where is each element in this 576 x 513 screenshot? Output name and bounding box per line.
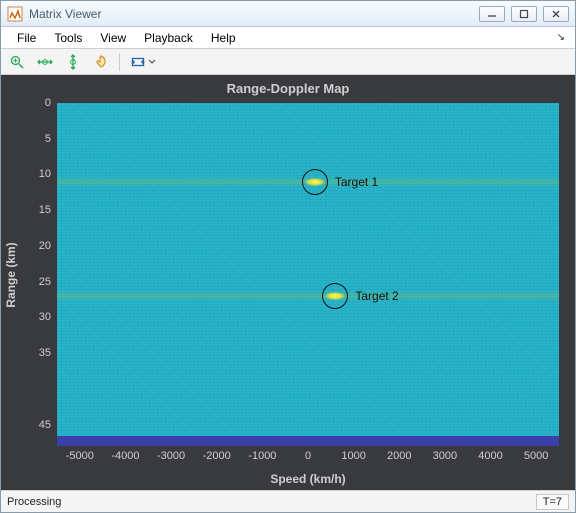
- x-tick: -3000: [157, 450, 185, 462]
- target-circle: [302, 169, 328, 195]
- y-tick: 35: [39, 347, 51, 359]
- y-tick: 15: [39, 204, 51, 216]
- y-axis: Range (km) 0510152025303545: [1, 103, 57, 446]
- menu-tools[interactable]: Tools: [46, 29, 90, 47]
- autoscale-dropdown[interactable]: [128, 54, 158, 70]
- x-tick: 3000: [433, 450, 457, 462]
- menu-help[interactable]: Help: [203, 29, 244, 47]
- window-controls: [479, 6, 569, 22]
- x-axis-label: Speed (km/h): [270, 472, 345, 486]
- pan-icon[interactable]: [91, 52, 111, 72]
- maximize-button[interactable]: [511, 6, 537, 22]
- plot-box[interactable]: Target 1 Target 2: [57, 103, 559, 446]
- x-axis: Speed (km/h) -5000 -4000 -3000 -2000 -1000 0 1…: [57, 446, 559, 490]
- x-tick: 0: [305, 450, 311, 462]
- y-tick: 30: [39, 311, 51, 323]
- heatmap-noise: [57, 103, 559, 446]
- minimize-button[interactable]: [479, 6, 505, 22]
- titlebar: Matrix Viewer: [1, 1, 575, 27]
- y-tick: 0: [45, 97, 51, 109]
- menu-playback[interactable]: Playback: [136, 29, 201, 47]
- menu-file[interactable]: File: [9, 29, 44, 47]
- chart-title: Range-Doppler Map: [1, 81, 575, 96]
- menubar-overflow-icon[interactable]: ↘: [557, 32, 567, 43]
- y-tick: 20: [39, 240, 51, 252]
- x-tick: 4000: [478, 450, 502, 462]
- statusbar: Processing T=7: [1, 490, 575, 512]
- y-tick: 25: [39, 276, 51, 288]
- x-tick: -5000: [66, 450, 94, 462]
- y-axis-label: Range (km): [4, 242, 18, 307]
- chart-area: Range-Doppler Map Range (km) 0 5 10 15 20 25 3…: [1, 75, 575, 490]
- app-window: Matrix Viewer File Tools View Playback H…: [0, 0, 576, 513]
- x-tick: 5000: [524, 450, 548, 462]
- y-tick: 5: [45, 133, 51, 145]
- zoom-y-icon[interactable]: [63, 52, 83, 72]
- menubar: File Tools View Playback Help ↘: [1, 27, 575, 49]
- app-icon: [7, 6, 23, 22]
- toolbar-separator: [119, 53, 120, 71]
- target-label: Target 1: [335, 175, 378, 189]
- x-tick: 1000: [341, 450, 365, 462]
- return-band: [57, 291, 559, 301]
- target-circle: [322, 283, 348, 309]
- x-tick: -4000: [111, 450, 139, 462]
- x-tick: -1000: [248, 450, 276, 462]
- x-tick: -2000: [203, 450, 231, 462]
- toolbar: [1, 49, 575, 75]
- autoscale-icon: [130, 54, 146, 70]
- target-label: Target 2: [355, 289, 398, 303]
- zoom-in-icon[interactable]: [7, 52, 27, 72]
- zoom-x-icon[interactable]: [35, 52, 55, 72]
- heatmap-edge-strip: [57, 436, 559, 446]
- close-button[interactable]: [543, 6, 569, 22]
- status-left: Processing: [7, 496, 61, 508]
- status-right: T=7: [536, 494, 569, 510]
- window-title: Matrix Viewer: [29, 7, 473, 21]
- x-tick: 2000: [387, 450, 411, 462]
- y-tick: 45: [39, 419, 51, 431]
- chevron-down-icon: [148, 58, 156, 66]
- y-tick: 10: [39, 168, 51, 180]
- menu-view[interactable]: View: [92, 29, 134, 47]
